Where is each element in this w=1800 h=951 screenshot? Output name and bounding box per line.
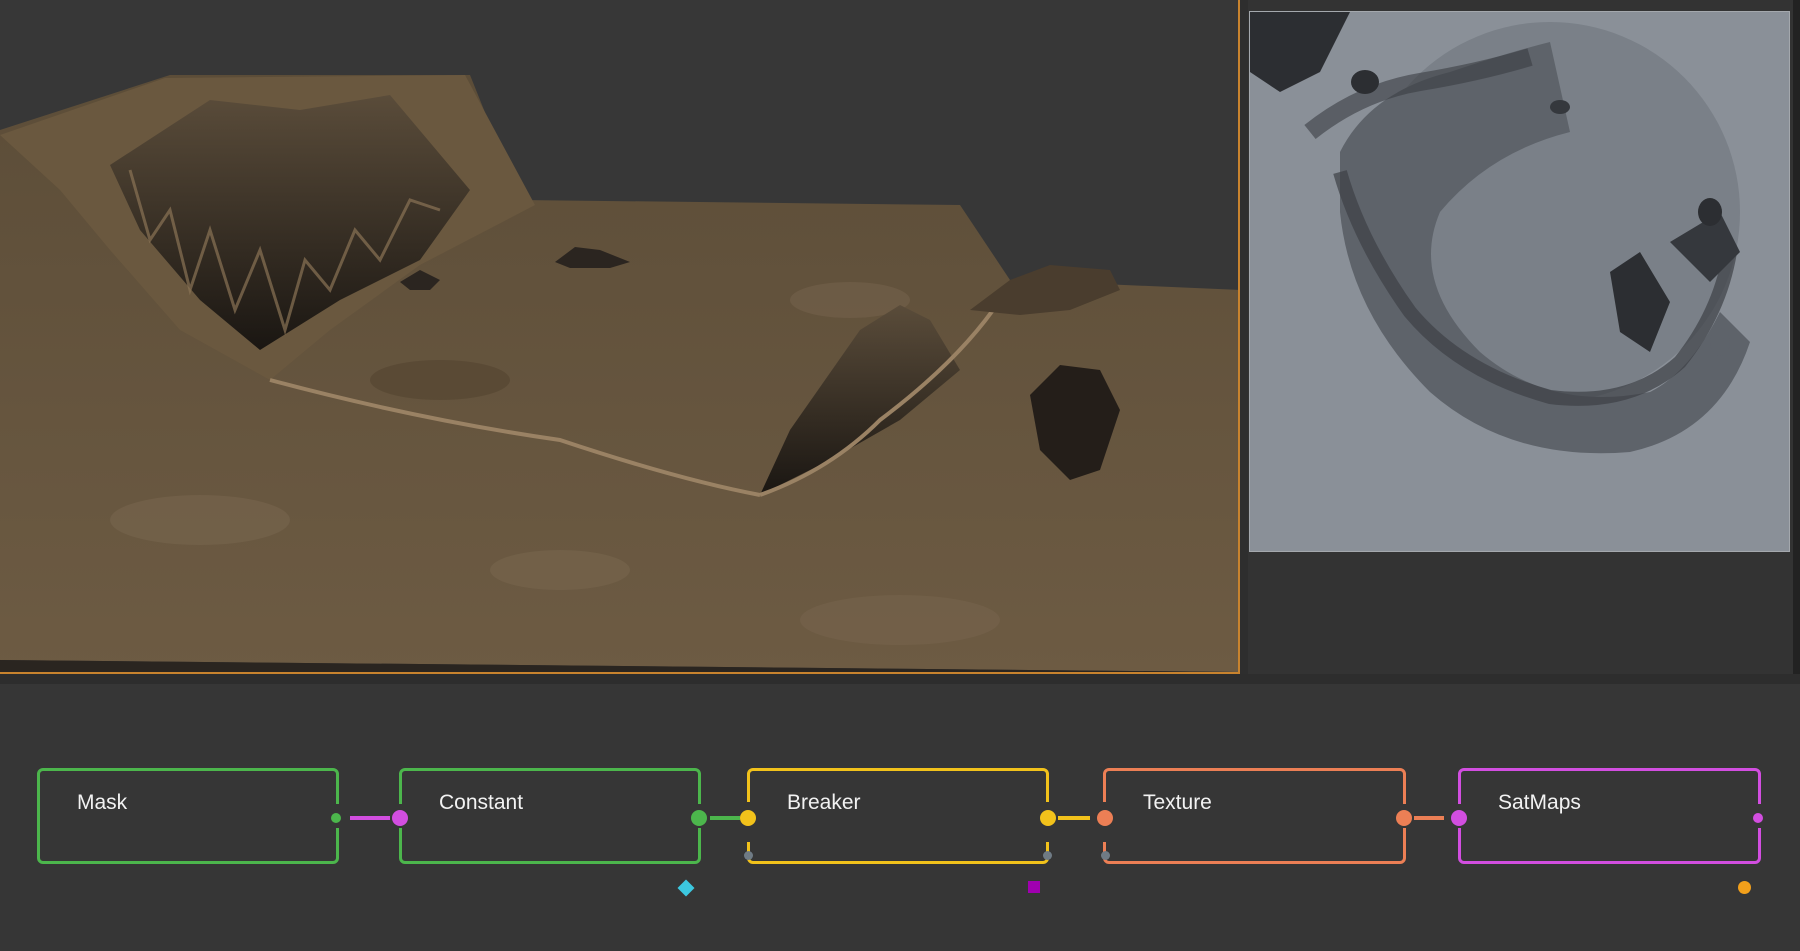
- mask-output-port[interactable]: [331, 813, 341, 823]
- node-mask-title: Mask: [77, 791, 128, 814]
- node-texture-title: Texture: [1143, 791, 1212, 814]
- node-mask[interactable]: Mask: [37, 768, 339, 864]
- right-edge-bar: [1793, 0, 1800, 674]
- breaker-input-port-2[interactable]: [744, 851, 753, 860]
- texture-input-port-2[interactable]: [1101, 851, 1110, 860]
- wire-constant-breaker: [710, 816, 740, 820]
- panel-divider[interactable]: [0, 674, 1800, 684]
- breaker-input-port[interactable]: [740, 810, 756, 826]
- dot-marker-icon: [1738, 881, 1751, 894]
- node-constant[interactable]: Constant: [399, 768, 701, 864]
- wire-texture-satmaps: [1414, 816, 1444, 820]
- square-marker-icon: [1028, 881, 1040, 893]
- wire-mask-constant: [350, 816, 390, 820]
- viewport-2d[interactable]: [1249, 11, 1790, 552]
- satmaps-input-port[interactable]: [1451, 810, 1467, 826]
- node-satmaps[interactable]: SatMaps: [1458, 768, 1761, 864]
- breaker-output-port[interactable]: [1040, 810, 1056, 826]
- viewport-divider[interactable]: [1240, 0, 1248, 674]
- diamond-marker-icon: [677, 879, 695, 897]
- node-breaker[interactable]: Breaker: [747, 768, 1049, 864]
- texture-output-port[interactable]: [1396, 810, 1412, 826]
- node-breaker-title: Breaker: [787, 791, 861, 814]
- viewport-3d[interactable]: [0, 0, 1240, 674]
- heightmap-2d-render: [1250, 12, 1789, 551]
- node-graph[interactable]: Mask Constant Breaker Texture SatMaps: [0, 684, 1800, 951]
- texture-input-port[interactable]: [1097, 810, 1113, 826]
- node-satmaps-title: SatMaps: [1498, 791, 1581, 814]
- node-constant-title: Constant: [439, 791, 524, 814]
- satmaps-output-port[interactable]: [1753, 813, 1763, 823]
- breaker-output-port-2[interactable]: [1043, 851, 1052, 860]
- constant-output-port[interactable]: [691, 810, 707, 826]
- node-texture[interactable]: Texture: [1103, 768, 1406, 864]
- wire-breaker-texture: [1058, 816, 1090, 820]
- constant-input-port[interactable]: [392, 810, 408, 826]
- terrain-3d-render: [0, 75, 1238, 672]
